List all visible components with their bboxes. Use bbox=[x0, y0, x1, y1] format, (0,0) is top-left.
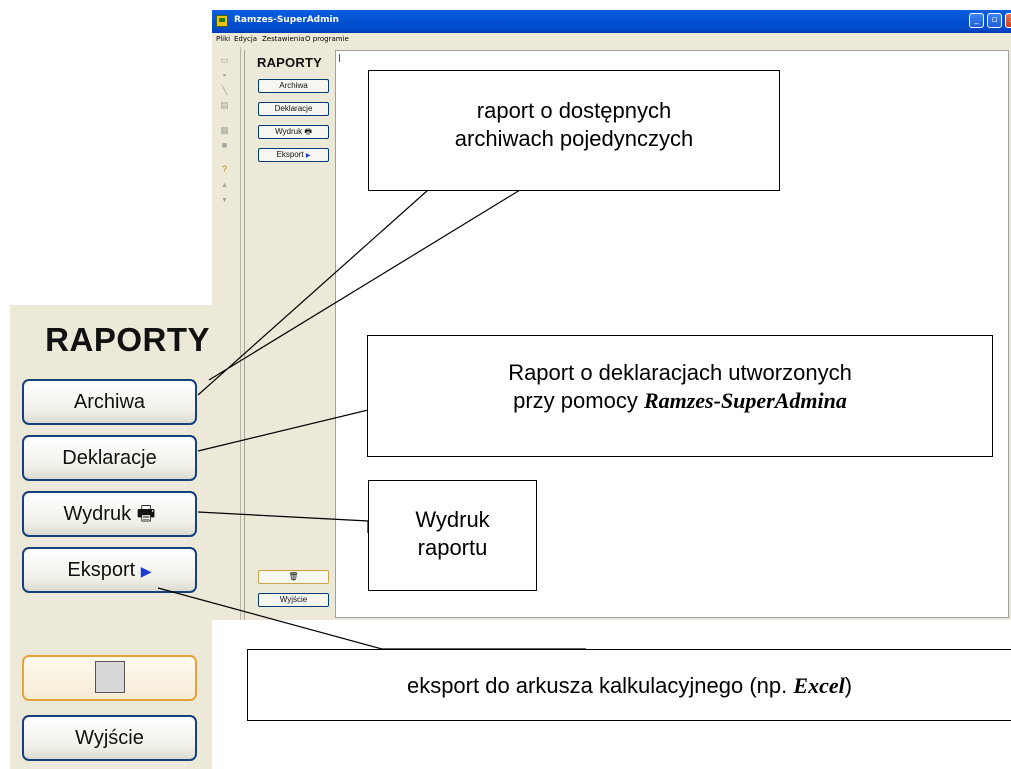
wydruk-label: Wydruk bbox=[275, 127, 303, 136]
printer-icon: 🖶 bbox=[136, 503, 156, 525]
copy-icon[interactable]: ▤ bbox=[219, 101, 230, 110]
eksport-button[interactable]: Eksport ▶ bbox=[258, 148, 329, 162]
callout-archiwa-line2: archiwach pojedynczych bbox=[454, 126, 694, 151]
zoom-deklaracje-button[interactable]: Deklaracje bbox=[22, 435, 197, 481]
callout-deklaracje-line2: przy pomocy Ramzes-SuperAdmina bbox=[368, 387, 992, 415]
zoom-exit-button[interactable]: Wyjście bbox=[22, 715, 197, 761]
callout-eksport: eksport do arkusza kalkulacyjnego (np. E… bbox=[247, 649, 1011, 721]
zoom-eksport-label: Eksport bbox=[67, 559, 136, 581]
archiwa-button[interactable]: Archiwa bbox=[258, 79, 329, 93]
callout-archiwa-line1: raport o dostępnych bbox=[476, 98, 672, 123]
menu-zestawienia[interactable]: Zestawienia bbox=[262, 35, 304, 43]
text-caret bbox=[339, 54, 340, 62]
zoom-deklaracje-label: Deklaracje bbox=[62, 447, 157, 469]
callout-wydruk-line2: raportu bbox=[417, 535, 488, 560]
minimize-button[interactable]: _ bbox=[969, 13, 984, 28]
title-bar[interactable]: Ramzes-SuperAdmin _ ▫ x bbox=[212, 10, 1011, 33]
callout-eksport-excel: Excel bbox=[793, 673, 845, 698]
edit-icon[interactable]: ╲ bbox=[219, 86, 230, 95]
deklaracje-label: Deklaracje bbox=[274, 104, 313, 113]
grid-icon[interactable]: ▦ bbox=[219, 126, 230, 135]
window-title: Ramzes-SuperAdmin bbox=[234, 15, 339, 25]
menu-pliki[interactable]: Pliki bbox=[216, 35, 230, 43]
close-button[interactable]: x bbox=[1005, 13, 1011, 28]
callout-deklaracje-line1: Raport o deklaracjach utworzonych bbox=[508, 360, 852, 385]
reports-panel: RAPORTY Archiwa Deklaracje Wydruk 🖶 Eksp… bbox=[244, 50, 332, 620]
zoom-wydruk-button[interactable]: Wydruk 🖶 bbox=[22, 491, 197, 537]
menu-o-programie[interactable]: O programie bbox=[305, 35, 349, 43]
trash-button[interactable]: 🗑 bbox=[258, 570, 329, 584]
menu-edycja[interactable]: Edycja bbox=[234, 35, 257, 43]
callout-eksport-text: eksport do arkusza kalkulacyjnego (np. bbox=[406, 673, 794, 698]
zoom-trash-button[interactable] bbox=[22, 655, 197, 701]
square-icon[interactable]: ■ bbox=[219, 141, 230, 150]
menu-bar: Pliki Edycja Zestawienia O programie bbox=[212, 33, 1011, 46]
triangle-right-icon: ▶ bbox=[140, 563, 152, 579]
callout-deklaracje-app-name: Ramzes-SuperAdmina bbox=[643, 388, 847, 413]
zoomed-reports-panel: RAPORTY Archiwa Deklaracje Wydruk 🖶 Eksp… bbox=[10, 305, 212, 769]
zoom-archiwa-label: Archiwa bbox=[73, 391, 146, 413]
deklaracje-button[interactable]: Deklaracje bbox=[258, 102, 329, 116]
question-icon[interactable]: ? bbox=[219, 165, 230, 174]
callout-deklaracje: Raport o deklaracjach utworzonych przy p… bbox=[367, 335, 993, 457]
app-icon bbox=[216, 15, 228, 27]
trash-icon bbox=[94, 661, 125, 693]
toolbar: ▭ ▪ ╲ ▤ ▦ ■ ? ▲ ▼ bbox=[212, 47, 241, 620]
wydruk-button[interactable]: Wydruk 🖶 bbox=[258, 125, 329, 139]
callout-wydruk: Wydruk raportu bbox=[368, 480, 537, 591]
trash-icon: 🗑 bbox=[288, 572, 299, 581]
save-icon[interactable]: ▪ bbox=[219, 71, 230, 80]
zoom-wydruk-label: Wydruk bbox=[63, 503, 132, 525]
open-icon[interactable]: ▭ bbox=[219, 56, 230, 65]
eksport-label: Eksport bbox=[276, 150, 304, 159]
zoom-eksport-button[interactable]: Eksport ▶ bbox=[22, 547, 197, 593]
printer-icon: 🖶 bbox=[304, 127, 312, 136]
arrow-down-icon[interactable]: ▼ bbox=[219, 196, 230, 205]
exit-label: Wyjście bbox=[279, 595, 308, 604]
callout-archiwa: raport o dostępnych archiwach pojedynczy… bbox=[368, 70, 780, 191]
panel-title: RAPORTY bbox=[257, 55, 322, 70]
arrow-up-icon[interactable]: ▲ bbox=[219, 181, 230, 190]
zoom-archiwa-button[interactable]: Archiwa bbox=[22, 379, 197, 425]
archiwa-label: Archiwa bbox=[279, 81, 308, 90]
callout-wydruk-line1: Wydruk bbox=[415, 507, 490, 532]
exit-button[interactable]: Wyjście bbox=[258, 593, 329, 607]
callout-deklaracje-text: przy pomocy bbox=[513, 388, 644, 413]
callout-eksport-close: ) bbox=[844, 673, 853, 698]
zoom-title: RAPORTY bbox=[45, 321, 210, 358]
triangle-right-icon: ▶ bbox=[305, 153, 311, 159]
maximize-button[interactable]: ▫ bbox=[987, 13, 1002, 28]
zoom-exit-label: Wyjście bbox=[75, 727, 144, 749]
